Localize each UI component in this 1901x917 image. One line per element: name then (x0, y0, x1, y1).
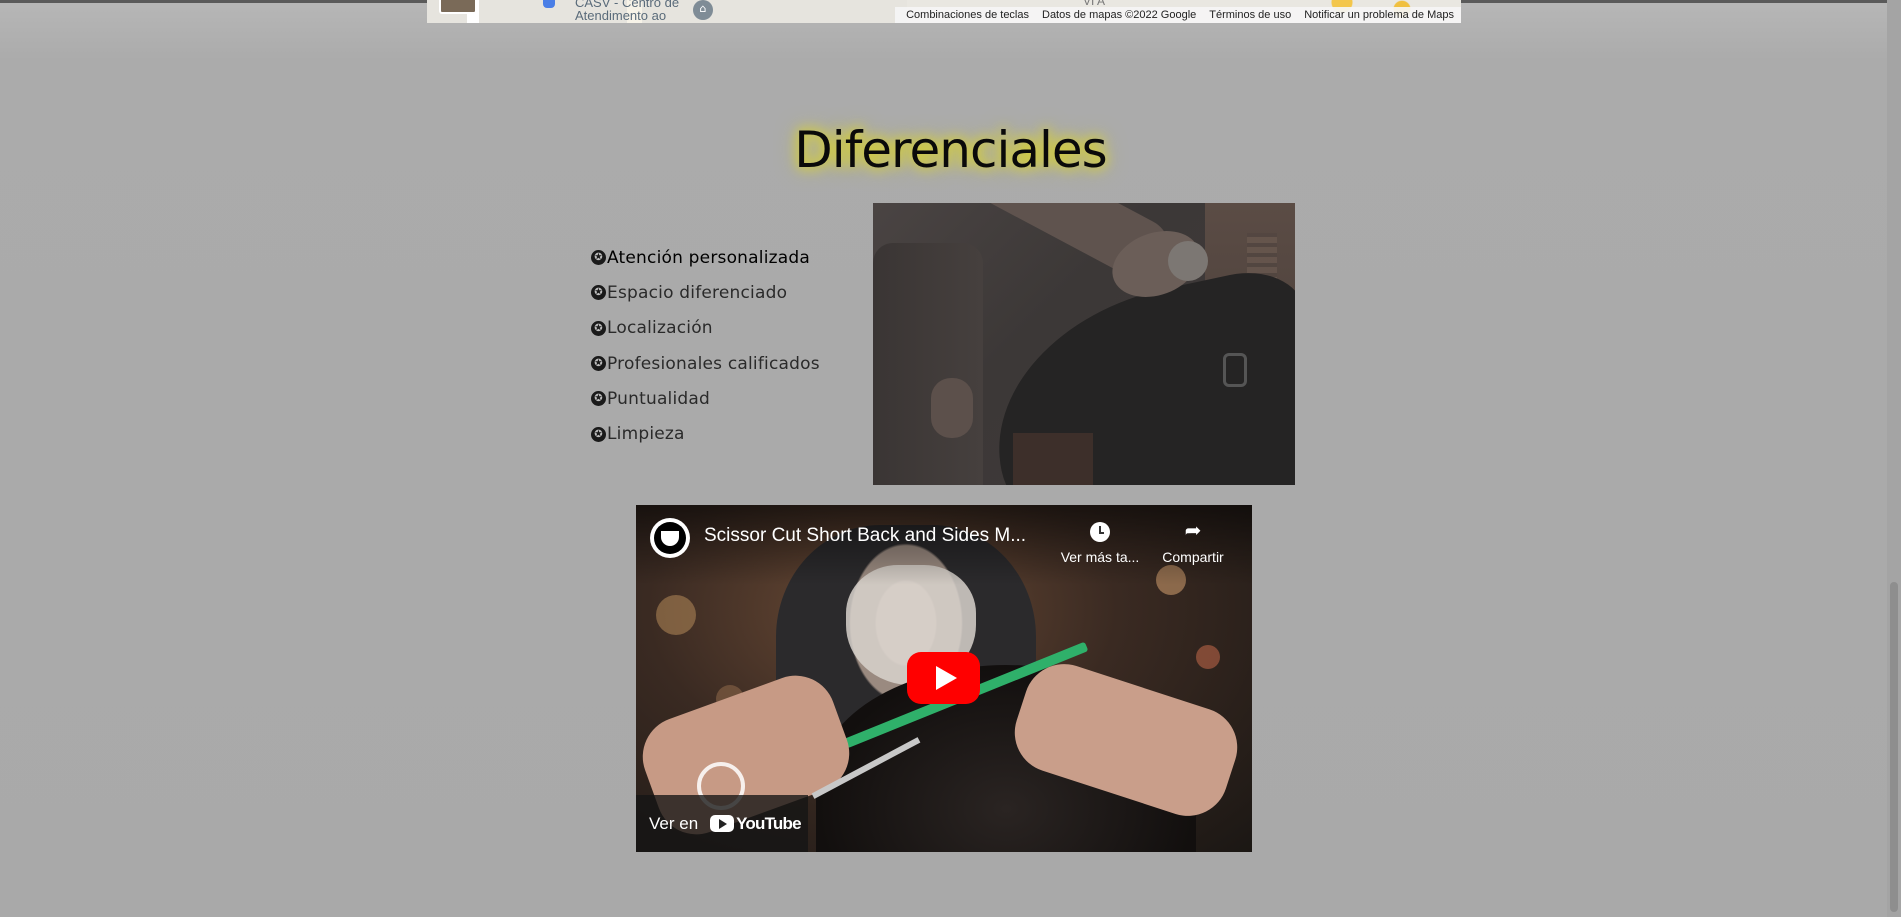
video-title-link[interactable]: Scissor Cut Short Back and Sides M... (704, 525, 1044, 547)
youtube-wordmark: YouTube (736, 813, 801, 833)
list-item: ✪ Localización (591, 311, 820, 346)
list-item: ✪ Limpieza (591, 416, 820, 451)
play-button[interactable] (907, 652, 980, 704)
map-satellite-thumbnail[interactable] (439, 0, 477, 14)
list-item-label: Localización (607, 318, 713, 339)
star-bullet-icon: ✪ (591, 320, 606, 336)
list-item: ✪ Espacio diferenciado (591, 275, 820, 310)
section-title: Diferenciales (794, 121, 1107, 179)
youtube-play-icon (710, 815, 735, 832)
watch-later-button[interactable]: Ver más ta... (1055, 517, 1145, 565)
bokeh-light (1196, 645, 1220, 669)
map-place-label[interactable]: CASV - Centro de Atendimento ao (575, 0, 705, 22)
keyboard-shortcuts-link[interactable]: Combinaciones de teclas (906, 9, 1029, 21)
embedded-map[interactable]: CASV - Centro de Atendimento ao ⌂ VI A C… (427, 0, 1461, 23)
watch-on-youtube-button[interactable]: Ver en YouTube (636, 795, 808, 852)
youtube-logo: YouTube (710, 813, 802, 834)
terms-of-use-link[interactable]: Términos de uso (1209, 9, 1291, 21)
government-poi-icon[interactable]: ⌂ (693, 0, 713, 20)
list-item-label: Limpieza (607, 424, 685, 445)
map-attribution-bar: Combinaciones de teclas Datos de mapas ©… (895, 7, 1461, 23)
barber-chair (1013, 433, 1093, 485)
list-item-label: Espacio diferenciado (607, 282, 788, 303)
youtube-video-embed[interactable]: Scissor Cut Short Back and Sides M... Ve… (636, 505, 1252, 852)
cape-logo (1223, 353, 1247, 387)
watch-on-label: Ver en (649, 813, 699, 833)
clock-icon (1087, 517, 1113, 543)
page-scrollbar[interactable] (1887, 0, 1901, 917)
scrollbar-thumb[interactable] (1890, 582, 1898, 912)
map-pin-icon[interactable] (543, 0, 555, 8)
report-problem-link[interactable]: Notificar un problema de Maps (1304, 9, 1454, 21)
star-bullet-icon: ✪ (591, 391, 606, 407)
watch-later-label: Ver más ta... (1060, 549, 1140, 565)
barber-figure (873, 243, 983, 485)
client-hair (1168, 241, 1208, 281)
list-item-label: Atención personalizada (607, 247, 810, 268)
barber-photo (873, 203, 1295, 485)
star-bullet-icon: ✪ (591, 250, 606, 266)
list-item: ✪ Profesionales calificados (591, 346, 820, 381)
channel-avatar-icon[interactable] (650, 518, 690, 558)
star-bullet-icon: ✪ (591, 285, 606, 301)
star-bullet-icon: ✪ (591, 426, 606, 442)
share-label: Compartir (1162, 549, 1224, 565)
bokeh-light (656, 595, 696, 635)
list-item: ✪ Puntualidad (591, 381, 820, 416)
share-arrow-icon: ➦ (1184, 518, 1202, 542)
list-item-label: Profesionales calificados (607, 353, 820, 374)
barber-hand (931, 378, 973, 438)
differentials-list: ✪ Atención personalizada ✪ Espacio diferen… (591, 240, 820, 452)
map-data-credit: Datos de mapas ©2022 Google (1042, 9, 1197, 21)
list-item-label: Puntualidad (607, 388, 711, 409)
list-item: ✪ Atención personalizada (591, 240, 820, 275)
share-button[interactable]: ➦ Compartir (1148, 517, 1238, 565)
star-bullet-icon: ✪ (591, 356, 606, 372)
